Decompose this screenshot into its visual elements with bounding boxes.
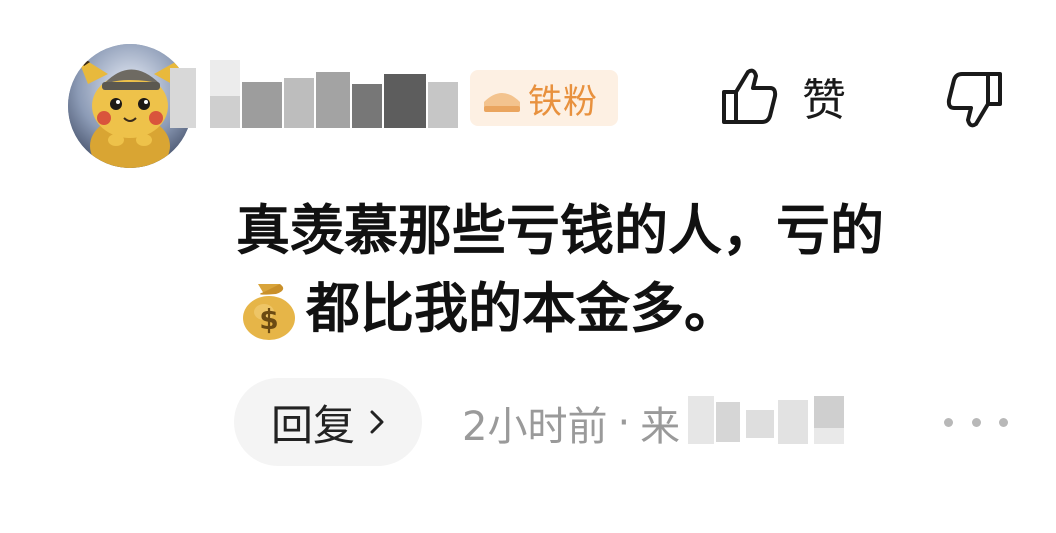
chevron-right-icon <box>370 410 384 434</box>
meta-separator: · <box>617 400 631 446</box>
fan-badge: 铁粉 <box>470 70 618 126</box>
comment-meta: 2小时前 · 来 <box>462 394 680 452</box>
comment-line-2-text: 都比我的本金多。 <box>306 277 738 340</box>
more-dots-icon <box>999 417 1008 427</box>
svg-text:$: $ <box>259 303 278 336</box>
reply-label: 回复 <box>270 400 355 450</box>
more-dots-icon <box>971 417 981 427</box>
dislike-button[interactable] <box>944 66 1004 130</box>
comment-line-2: $ 都比我的本金多。 <box>236 270 996 348</box>
comment-line-1: 真羡慕那些亏钱的人，亏的 <box>236 199 884 262</box>
thumb-up-icon <box>722 68 778 124</box>
thumb-down-icon <box>946 72 1002 128</box>
location-blurred <box>668 392 868 448</box>
like-label: 赞 <box>802 75 846 126</box>
more-options-button[interactable] <box>944 404 1008 440</box>
more-dots-icon <box>944 417 953 427</box>
username[interactable] <box>170 60 470 140</box>
like-button[interactable]: 赞 <box>720 64 846 128</box>
comment-text: 真羡慕那些亏钱的人，亏的 $ 都比我的本金多。 <box>236 192 996 348</box>
fan-crown-icon <box>480 78 524 118</box>
reply-button[interactable]: 回复 <box>234 378 422 466</box>
timestamp: 2小时前 <box>462 404 608 450</box>
money-bag-icon: $ <box>243 284 295 340</box>
fan-badge-label: 铁粉 <box>528 81 598 122</box>
